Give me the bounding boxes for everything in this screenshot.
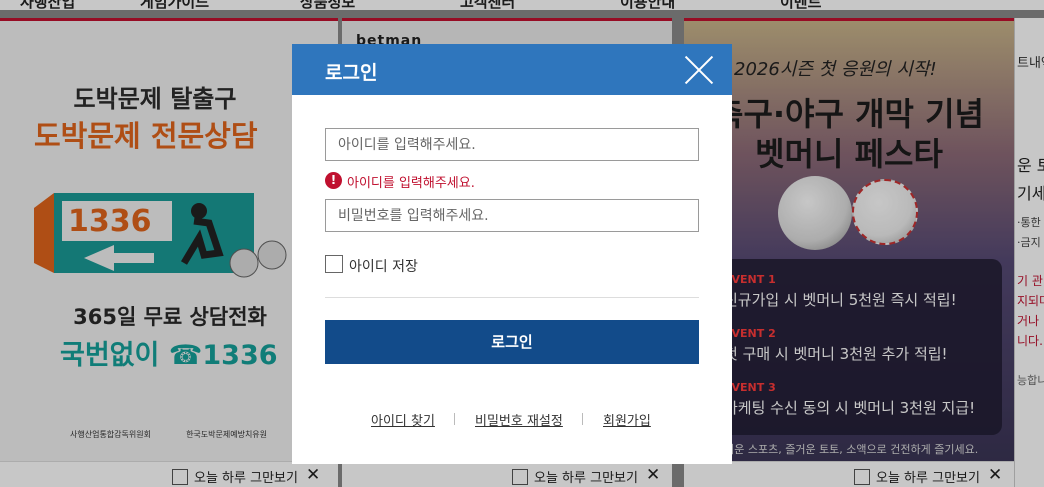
account-links: 아이디 찾기 비밀번호 재설정 회원가입 xyxy=(292,410,732,430)
modal-title: 로그인 xyxy=(325,62,378,84)
save-id-label[interactable]: 아이디 저장 xyxy=(349,256,418,276)
reset-password-link[interactable]: 비밀번호 재설정 xyxy=(475,410,563,429)
error-icon: ! xyxy=(325,172,342,189)
login-button[interactable]: 로그인 xyxy=(325,320,699,364)
link-separator xyxy=(454,413,455,425)
find-id-link[interactable]: 아이디 찾기 xyxy=(371,410,435,429)
signup-link[interactable]: 회원가입 xyxy=(603,410,651,429)
close-icon[interactable] xyxy=(684,55,714,85)
divider xyxy=(325,297,699,298)
link-separator xyxy=(582,413,583,425)
password-input[interactable] xyxy=(325,199,699,232)
user-id-input[interactable] xyxy=(325,128,699,161)
save-id-checkbox[interactable] xyxy=(325,255,343,273)
login-modal: 로그인 ! 아이디를 입력해주세요. 아이디 저장 로그인 아이디 찾기 비밀번… xyxy=(292,44,732,464)
modal-header: 로그인 xyxy=(292,44,732,95)
id-error-text: 아이디를 입력해주세요. xyxy=(347,176,475,191)
